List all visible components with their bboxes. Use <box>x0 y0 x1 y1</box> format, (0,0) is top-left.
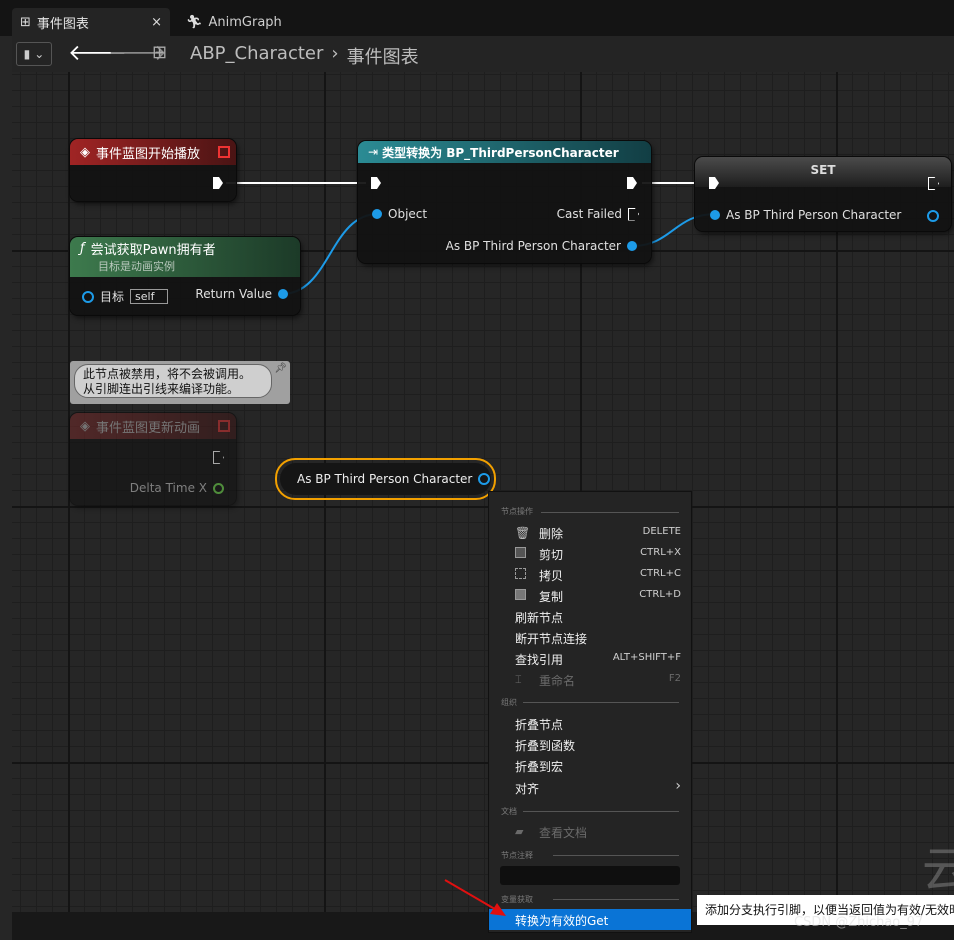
red-arrow-annotation <box>444 879 506 916</box>
watermark-glyph: 云 <box>922 842 954 898</box>
watermark-text: CSDN @Zhichao_97 <box>794 915 924 930</box>
